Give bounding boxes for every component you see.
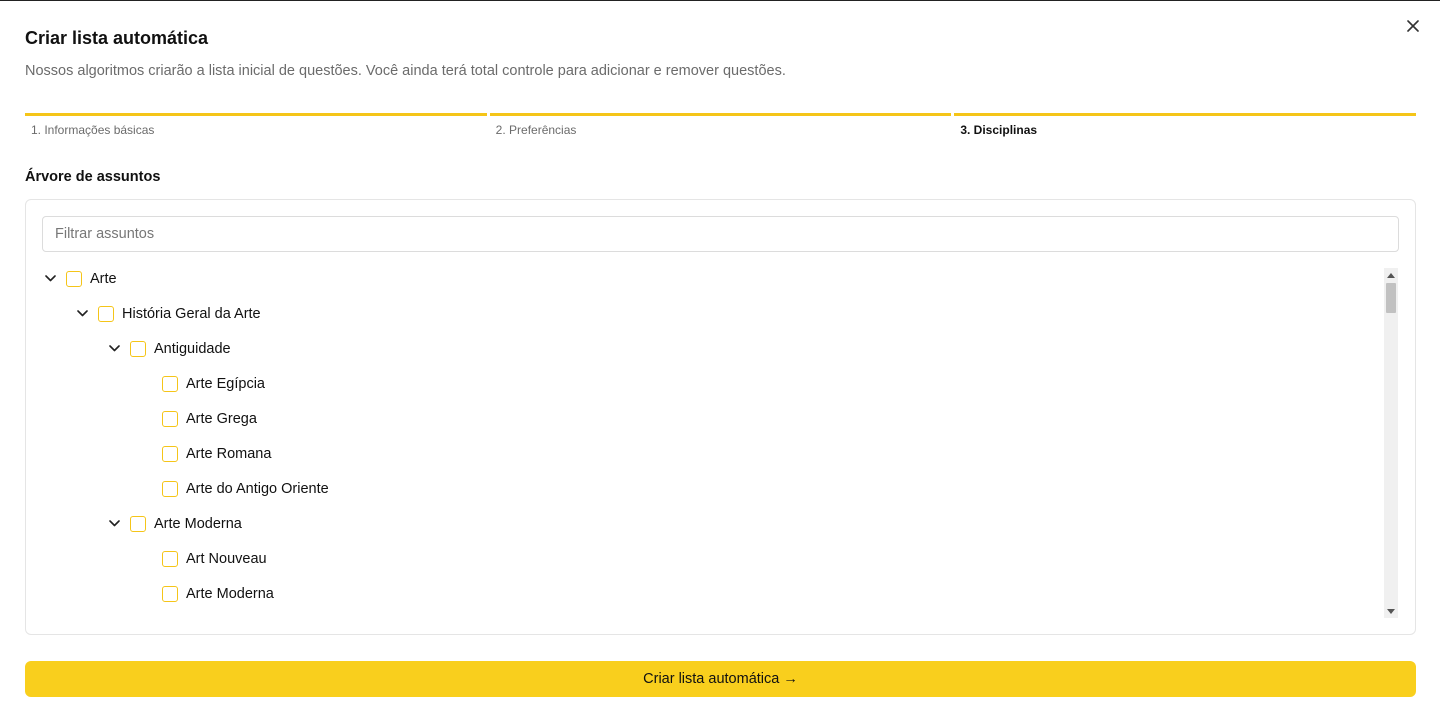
tree-node: Arte [42,261,117,296]
tree-node-checkbox[interactable] [162,410,178,427]
tree-scrollbar[interactable] [1384,268,1398,618]
tree-node: Art Nouveau [138,541,267,576]
tree-node-label: Antiguidade [154,340,231,357]
tree-node-label: Art Nouveau [186,550,267,567]
tree-node-label: Arte Grega [186,410,257,427]
close-icon [1407,20,1419,32]
tree-node-checkbox[interactable] [162,585,178,602]
step-disciplines[interactable]: 3. Disciplinas [954,113,1417,137]
create-automatic-list-button[interactable]: Criar lista automática → [25,661,1416,697]
tree-node-label: Arte do Antigo Oriente [186,480,329,497]
modal-title: Criar lista automática [25,28,209,48]
tree-node-checkbox[interactable] [162,550,178,567]
create-list-modal: Criar lista automática Nossos algoritmos… [0,0,1440,709]
chevron-down-icon[interactable] [42,271,58,287]
chevron-down-icon[interactable] [74,306,90,322]
tree-node-checkbox[interactable] [66,270,82,287]
tree-node: Arte Moderna [138,576,274,611]
tree-node-label: História Geral da Arte [122,305,261,322]
tree-node-label: Arte Romana [186,445,272,462]
step-basic-info[interactable]: 1. Informações básicas [25,113,487,137]
tree-node-label: Arte Moderna [186,585,274,602]
chevron-down-icon[interactable] [106,341,122,357]
tree-node-checkbox[interactable] [162,375,178,392]
tree-node: Arte Egípcia [138,366,265,401]
tree-node: Arte Grega [138,401,257,436]
subject-tree-panel: Arte História Geral da Arte Antiguidade Art… [25,199,1416,635]
close-button[interactable] [1403,16,1423,36]
step-preferences[interactable]: 2. Preferências [489,113,952,137]
tree-node: Antiguidade [106,331,231,366]
tree-node-checkbox[interactable] [162,445,178,462]
tree-node-checkbox[interactable] [162,480,178,497]
tree-node-checkbox[interactable] [130,340,146,357]
scroll-down-arrow-icon[interactable] [1384,605,1398,617]
scroll-up-arrow-icon[interactable] [1384,269,1398,281]
tree-node-label: Arte Egípcia [186,375,265,392]
stepper: 1. Informações básicas 2. Preferências 3… [25,113,1417,137]
tree-node: Arte do Antigo Oriente [138,471,329,506]
modal-subtitle: Nossos algoritmos criarão a lista inicia… [25,63,786,79]
filter-subjects-input[interactable] [42,216,1399,252]
tree-node-checkbox[interactable] [130,515,146,532]
scrollbar-thumb[interactable] [1386,283,1396,313]
chevron-down-icon[interactable] [106,516,122,532]
tree-node-label: Arte [90,270,117,287]
subject-tree-label: Árvore de assuntos [25,169,161,185]
tree-node-checkbox[interactable] [98,305,114,322]
subject-tree: Arte História Geral da Arte Antiguidade Art… [42,261,1382,621]
tree-node: Arte Romana [138,436,271,471]
tree-node: História Geral da Arte [74,296,261,331]
tree-node: Arte Moderna [106,506,242,541]
tree-node-label: Arte Moderna [154,515,242,532]
